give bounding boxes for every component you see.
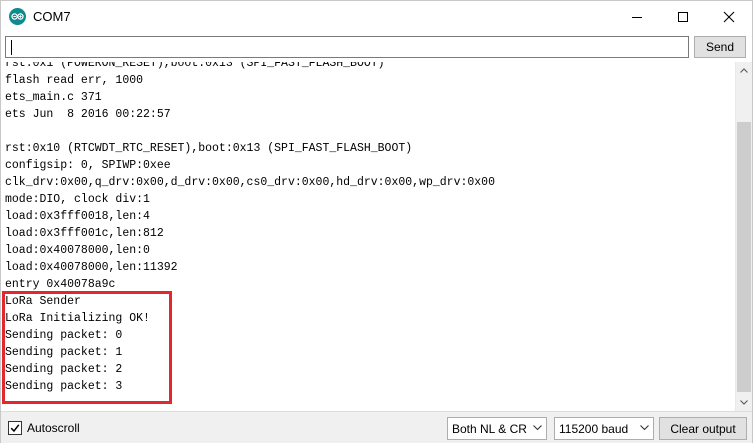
baud-rate-select[interactable]: 115200 baud xyxy=(554,417,654,440)
window-title: COM7 xyxy=(33,9,71,24)
chevron-down-icon xyxy=(533,425,542,431)
output-line: ets Jun 8 2016 00:22:57 xyxy=(5,108,171,121)
minimize-button[interactable] xyxy=(614,1,660,32)
bottom-bar: Autoscroll Both NL & CR 115200 baud Clea… xyxy=(1,411,752,443)
checkmark-icon xyxy=(10,424,20,433)
vertical-scrollbar[interactable] xyxy=(735,62,752,411)
minimize-icon xyxy=(632,16,642,18)
serial-monitor-window: COM7 Send rst:0x1 (POWERON_RESET),boot:0… xyxy=(0,0,753,443)
send-button[interactable]: Send xyxy=(694,36,746,58)
output-line: clk_drv:0x00,q_drv:0x00,d_drv:0x00,cs0_d… xyxy=(5,176,495,189)
serial-output[interactable]: rst:0x1 (POWERON_RESET),boot:0x13 (SPI_F… xyxy=(2,62,735,411)
scroll-down-button[interactable] xyxy=(736,394,752,411)
maximize-button[interactable] xyxy=(660,1,706,32)
scroll-up-icon xyxy=(740,68,748,73)
output-line: load:0x40078000,len:0 xyxy=(5,244,150,257)
serial-input[interactable] xyxy=(5,36,689,58)
baud-rate-value: 115200 baud xyxy=(559,422,629,436)
output-line: rst:0x1 (POWERON_RESET),boot:0x13 (SPI_F… xyxy=(5,62,385,70)
output-line: configsip: 0, SPIWP:0xee xyxy=(5,159,171,172)
maximize-icon xyxy=(678,11,688,22)
output-line: load:0x3fff001c,len:812 xyxy=(5,227,164,240)
scroll-down-icon xyxy=(740,400,748,405)
highlight-box xyxy=(2,291,172,404)
line-ending-select[interactable]: Both NL & CR xyxy=(447,417,547,440)
close-button[interactable] xyxy=(706,1,752,32)
output-line: load:0x40078000,len:11392 xyxy=(5,261,178,274)
clear-output-button[interactable]: Clear output xyxy=(659,417,747,440)
text-caret xyxy=(11,40,12,55)
output-line: ets_main.c 371 xyxy=(5,91,102,104)
output-line: rst:0x10 (RTCWDT_RTC_RESET),boot:0x13 (S… xyxy=(5,142,413,155)
scroll-up-button[interactable] xyxy=(736,62,752,79)
chevron-down-icon xyxy=(640,425,649,431)
scroll-thumb[interactable] xyxy=(737,122,751,392)
title-bar[interactable]: COM7 xyxy=(1,1,752,32)
send-row: Send xyxy=(1,32,752,62)
output-line: mode:DIO, clock div:1 xyxy=(5,193,150,206)
output-line: flash read err, 1000 xyxy=(5,74,144,87)
line-ending-value: Both NL & CR xyxy=(452,422,527,436)
close-icon xyxy=(723,11,735,22)
autoscroll-checkbox[interactable] xyxy=(8,421,22,435)
output-line: load:0x3fff0018,len:4 xyxy=(5,210,150,223)
autoscroll-label[interactable]: Autoscroll xyxy=(27,421,80,435)
arduino-icon xyxy=(9,8,26,25)
